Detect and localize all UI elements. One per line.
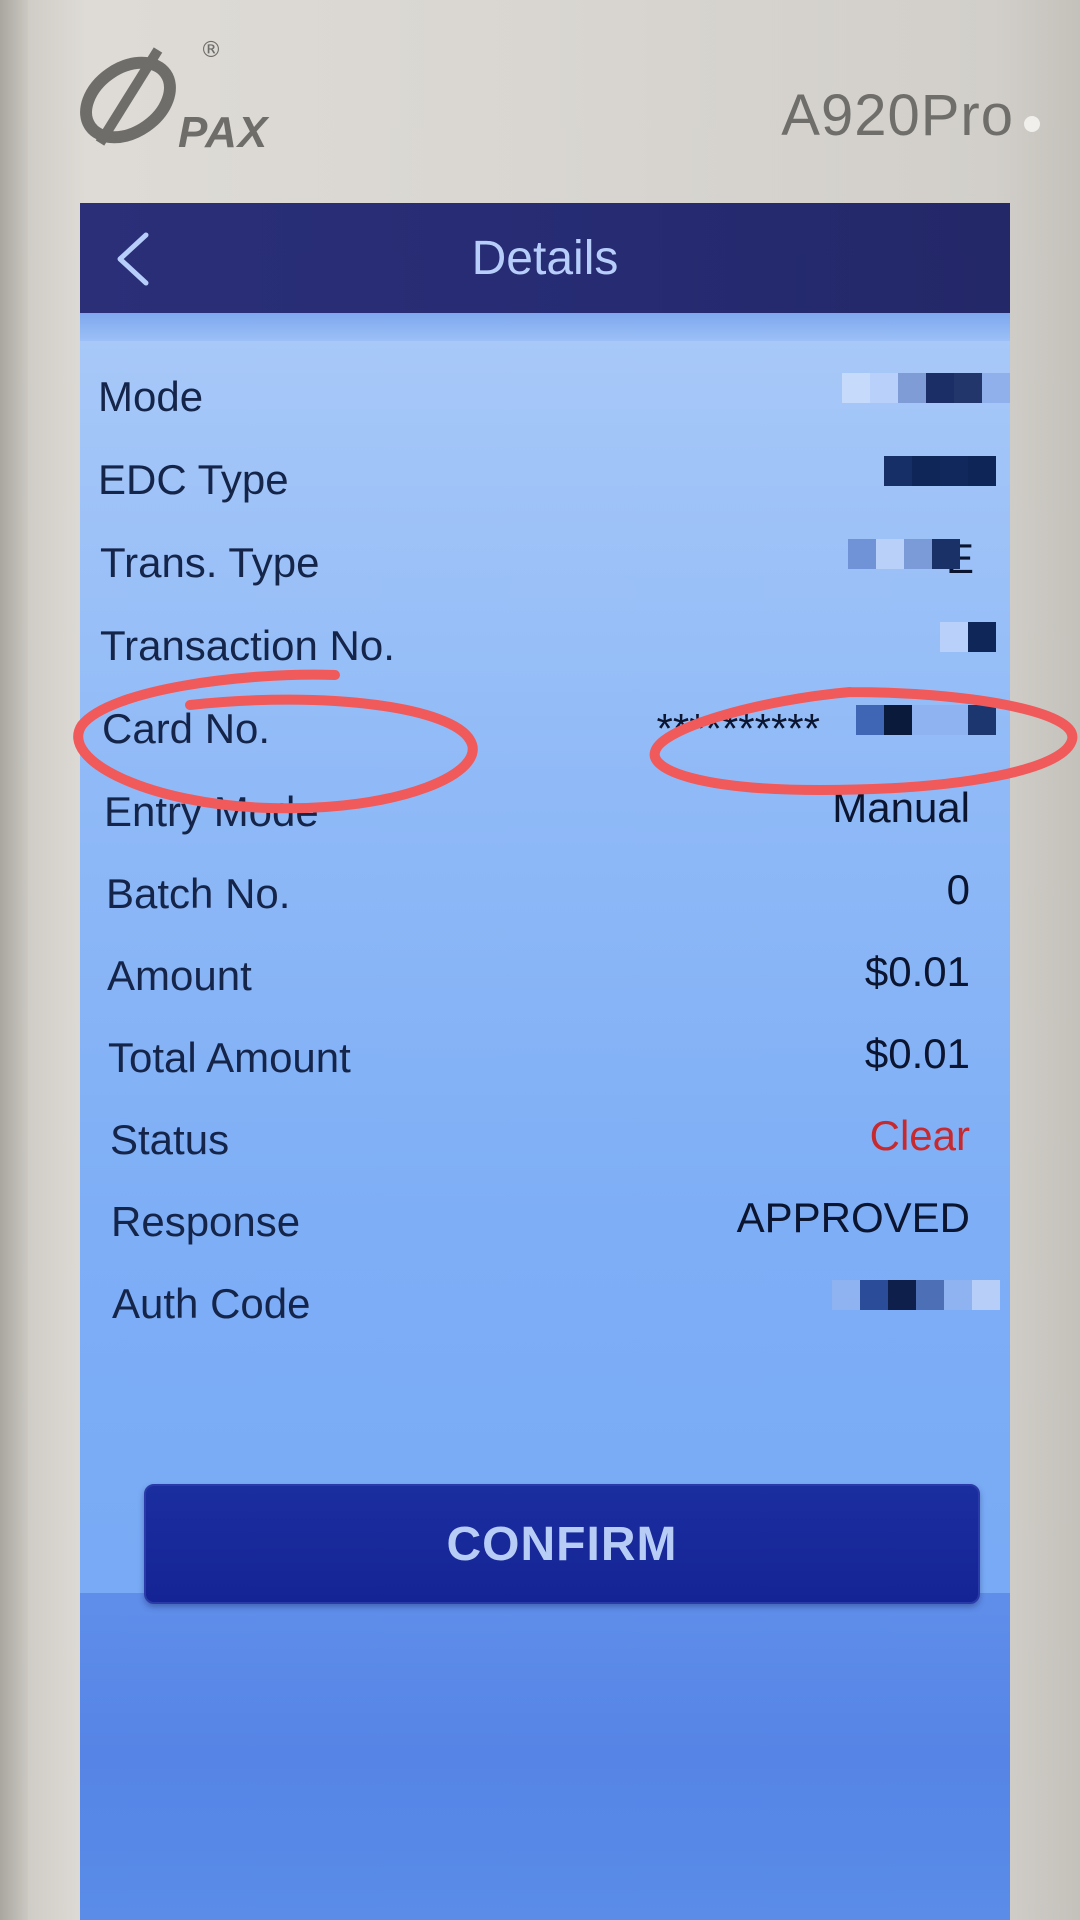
pos-terminal-device: ® PAX A920Pro Details Mode EDC Type Trans.…	[0, 0, 1080, 1920]
details-list: Mode EDC Type Trans. TypeE Transaction No. C…	[80, 341, 1010, 1593]
detail-row: Total Amount $0.01	[80, 1020, 1010, 1102]
redacted-value-blur	[848, 539, 960, 583]
header-bar: Details	[80, 203, 1010, 313]
confirm-button[interactable]: CONFIRM	[144, 1484, 980, 1604]
confirm-button-label: CONFIRM	[446, 1517, 678, 1571]
detail-row: EDC Type	[80, 442, 1010, 524]
detail-row: Auth Code	[80, 1266, 1010, 1348]
model-name: A920Pro	[781, 83, 1014, 148]
detail-row: Mode	[80, 359, 1010, 441]
detail-row: Amount $0.01	[80, 938, 1010, 1020]
detail-label: Total Amount	[108, 1034, 351, 1081]
detail-label: EDC Type	[98, 456, 289, 503]
detail-value: $0.01	[864, 948, 970, 995]
detail-row: Status Clear	[80, 1102, 1010, 1184]
detail-label: Transaction No.	[100, 622, 395, 669]
registered-mark: ®	[200, 38, 222, 63]
detail-row: Trans. TypeE	[80, 525, 1010, 607]
detail-row: Response APPROVED	[80, 1184, 1010, 1266]
detail-label: Response	[111, 1198, 301, 1245]
detail-value: Clear	[869, 1112, 970, 1159]
terminal-screen: Details Mode EDC Type Trans. TypeE Transact…	[80, 203, 1010, 1920]
list-footer	[80, 1593, 1010, 1920]
detail-label: Trans. Type	[100, 539, 320, 586]
detail-label: Amount	[107, 952, 252, 999]
redacted-value-blur	[842, 373, 1010, 417]
page-title: Details	[471, 231, 619, 285]
detail-label: Mode	[98, 373, 204, 420]
detail-row: Entry Mode Manual	[80, 774, 1010, 856]
detail-value: Manual	[832, 784, 970, 831]
redacted-value-blur	[832, 1280, 1000, 1324]
brand-name: PAX	[178, 108, 269, 157]
redacted-value-blur	[856, 705, 996, 749]
pax-logo: ® PAX	[70, 38, 310, 158]
device-edge	[0, 0, 28, 1920]
detail-label: Batch No.	[106, 870, 291, 917]
detail-label: Status	[110, 1116, 230, 1163]
pax-logo-mark-icon	[80, 47, 176, 146]
detail-label: Entry Mode	[104, 788, 319, 835]
back-button[interactable]	[102, 229, 162, 289]
detail-value: $0.01	[864, 1030, 970, 1077]
camera-sensor	[1024, 116, 1040, 132]
detail-value: APPROVED	[736, 1194, 970, 1241]
detail-value: 0	[946, 866, 970, 913]
detail-label: Card No.	[102, 705, 271, 752]
redacted-value-blur	[940, 622, 996, 666]
detail-value: **********	[656, 705, 820, 752]
chevron-left-icon	[117, 232, 149, 286]
detail-row: Card No. **********	[80, 691, 1010, 773]
detail-row: Transaction No.	[80, 608, 1010, 690]
detail-label: Auth Code	[112, 1280, 311, 1327]
detail-row: Batch No. 0	[80, 856, 1010, 938]
redacted-value-blur	[884, 456, 996, 500]
header-divider	[80, 313, 1010, 341]
